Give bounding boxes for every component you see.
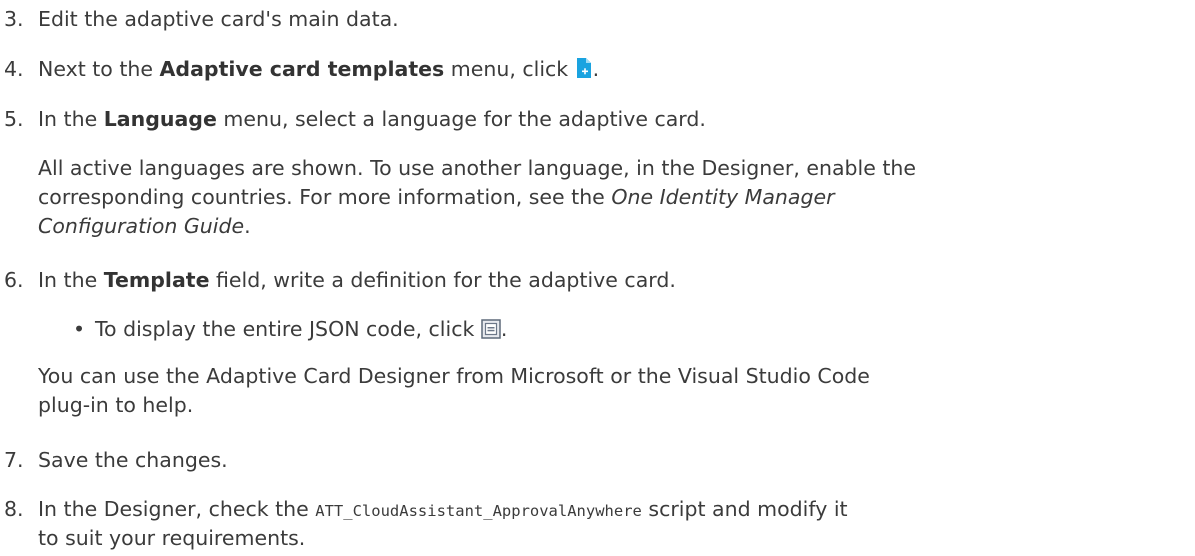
step-text: In the Template field, write a definitio…: [38, 268, 676, 292]
step-text: Edit the adaptive card's main data.: [38, 7, 399, 31]
guide-reference: One Identity Manager: [611, 185, 835, 209]
guide-reference: Configuration Guide: [38, 214, 245, 238]
field-name-template: Template: [103, 268, 210, 292]
language-note: All active languages are shown. To use a…: [38, 156, 916, 238]
expand-view-icon: [481, 318, 501, 346]
new-document-icon: [575, 57, 593, 86]
script-name: ATT_CloudAssistant_ApprovalAnywhere: [315, 502, 642, 520]
step-text: In the Language menu, select a language …: [38, 107, 706, 131]
step-text: Save the changes.: [38, 448, 228, 472]
menu-name-adaptive-card-templates: Adaptive card templates: [159, 57, 445, 81]
menu-name-language: Language: [103, 107, 217, 131]
document-page: 3. Edit the adaptive card's main data. 4…: [0, 0, 1195, 556]
step-text: to suit your requirements.: [38, 526, 306, 550]
template-note: You can use the Adaptive Card Designer f…: [38, 364, 870, 417]
bullet-marker: •: [73, 317, 86, 341]
step-text: Next to the Adaptive card templates menu…: [38, 55, 599, 86]
bullet-text: To display the entire JSON code, click .: [95, 315, 507, 346]
step-text: In the Designer, check the ATT_CloudAssi…: [38, 497, 848, 521]
